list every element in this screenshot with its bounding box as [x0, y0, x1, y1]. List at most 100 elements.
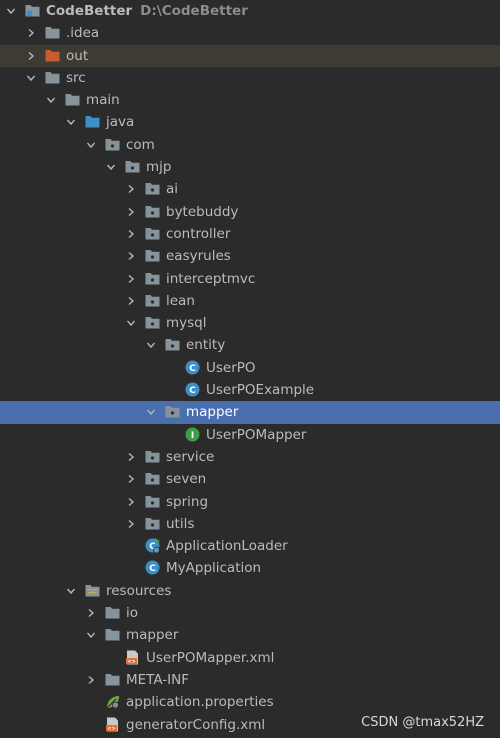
spring-properties-icon: [104, 693, 121, 710]
chevron-down-icon[interactable]: [84, 138, 98, 152]
tree-node-label: UserPOExample: [206, 382, 315, 399]
tree-node-myapplication[interactable]: C MyApplication: [0, 557, 500, 579]
tree-node-codebetter[interactable]: CodeBetter D:\CodeBetter: [0, 0, 500, 22]
chevron-right-icon[interactable]: [124, 272, 138, 286]
chevron-right-icon[interactable]: [124, 294, 138, 308]
tree-node-io[interactable]: io: [0, 602, 500, 624]
tree-node-utils[interactable]: utils: [0, 513, 500, 535]
package-icon: [164, 403, 181, 420]
tree-node-ai[interactable]: ai: [0, 178, 500, 200]
watermark: CSDN @tmax52HZ: [361, 715, 484, 730]
chevron-right-icon[interactable]: [124, 205, 138, 219]
folder-icon: [104, 671, 121, 688]
tree-node-label: UserPOMapper: [206, 426, 307, 443]
chevron-right-icon[interactable]: [24, 49, 38, 63]
tree-node-seven[interactable]: seven: [0, 468, 500, 490]
tree-node-label: resources: [106, 582, 172, 599]
resources-folder-icon: [84, 582, 101, 599]
svg-text:C: C: [189, 364, 196, 374]
tree-node-mapper[interactable]: mapper: [0, 401, 500, 424]
chevron-right-icon[interactable]: [124, 517, 138, 531]
chevron-right-icon[interactable]: [124, 227, 138, 241]
tree-node-label: generatorConfig.xml: [126, 716, 266, 733]
chevron-down-icon[interactable]: [44, 93, 58, 107]
tree-node-service[interactable]: service: [0, 446, 500, 468]
tree-node-bytebuddy[interactable]: bytebuddy: [0, 201, 500, 223]
tree-node-applicationloader[interactable]: C ApplicationLoader: [0, 535, 500, 557]
folder-icon: [104, 626, 121, 643]
tree-node-label: interceptmvc: [166, 270, 256, 287]
tree-node-mapper[interactable]: mapper: [0, 624, 500, 646]
chevron-right-icon[interactable]: [24, 26, 38, 40]
package-icon: [144, 203, 161, 220]
chevron-down-icon[interactable]: [144, 338, 158, 352]
tree-node-meta-inf[interactable]: META-INF: [0, 669, 500, 691]
tree-node-idea[interactable]: .idea: [0, 22, 500, 44]
tree-node-label: CodeBetter D:\CodeBetter: [46, 3, 248, 19]
chevron-right-icon[interactable]: [124, 472, 138, 486]
tree-node-label: application.properties: [126, 694, 274, 711]
chevron-down-icon[interactable]: [104, 160, 118, 174]
runnable-class-icon: C: [144, 537, 161, 554]
tree-node-controller[interactable]: controller: [0, 223, 500, 245]
interface-icon: I: [184, 426, 201, 443]
folder-icon: [44, 69, 61, 86]
project-icon: [24, 2, 41, 19]
chevron-right-icon[interactable]: [124, 249, 138, 263]
svg-text:I: I: [191, 431, 194, 441]
tree-node-out[interactable]: out: [0, 44, 500, 67]
chevron-down-icon[interactable]: [124, 316, 138, 330]
chevron-right-icon[interactable]: [124, 450, 138, 464]
folder-icon: [44, 24, 61, 41]
tree-node-src[interactable]: src: [0, 67, 500, 89]
chevron-down-icon[interactable]: [4, 4, 18, 18]
tree-node-label: seven: [166, 471, 207, 488]
tree-node-easyrules[interactable]: easyrules: [0, 245, 500, 267]
class-icon: C: [184, 381, 201, 398]
tree-node-userpoexample[interactable]: C UserPOExample: [0, 379, 500, 401]
package-icon: [164, 336, 181, 353]
tree-node-application-properties[interactable]: application.properties: [0, 691, 500, 713]
tree-node-lean[interactable]: lean: [0, 290, 500, 312]
tree-node-userpo[interactable]: C UserPO: [0, 357, 500, 379]
package-icon: [144, 180, 161, 197]
chevron-down-icon[interactable]: [24, 71, 38, 85]
chevron-down-icon[interactable]: [64, 584, 78, 598]
chevron-right-icon[interactable]: [124, 182, 138, 196]
tree-node-label: ai: [166, 181, 179, 198]
project-path-hint: D:\CodeBetter: [140, 3, 248, 19]
tree-node-java[interactable]: java: [0, 111, 500, 133]
chevron-right-icon[interactable]: [84, 673, 98, 687]
tree-node-mysql[interactable]: mysql: [0, 312, 500, 334]
tree-node-label: ApplicationLoader: [166, 538, 288, 555]
package-icon: [144, 470, 161, 487]
tree-node-label: io: [126, 605, 139, 622]
tree-node-spring[interactable]: spring: [0, 491, 500, 513]
tree-node-interceptmvc[interactable]: interceptmvc: [0, 268, 500, 290]
tree-node-mjp[interactable]: mjp: [0, 156, 500, 178]
chevron-right-icon[interactable]: [124, 495, 138, 509]
tree-node-label: .idea: [66, 25, 100, 42]
chevron-down-icon[interactable]: [84, 628, 98, 642]
package-icon: [124, 158, 141, 175]
tree-node-resources[interactable]: resources: [0, 580, 500, 602]
package-icon: [144, 247, 161, 264]
package-icon: [144, 515, 161, 532]
tree-node-userpomapper[interactable]: I UserPOMapper: [0, 424, 500, 446]
tree-node-label: main: [86, 92, 120, 109]
chevron-down-icon[interactable]: [64, 115, 78, 129]
chevron-down-icon[interactable]: [144, 405, 158, 419]
tree-node-label: spring: [166, 493, 209, 510]
folder-icon: [104, 604, 121, 621]
tree-node-label: MyApplication: [166, 560, 262, 577]
svg-text:C: C: [189, 386, 196, 396]
tree-node-label: mjp: [146, 159, 172, 176]
tree-node-entity[interactable]: entity: [0, 334, 500, 356]
package-icon: [104, 136, 121, 153]
chevron-right-icon[interactable]: [84, 606, 98, 620]
tree-node-com[interactable]: com: [0, 134, 500, 156]
tree-node-main[interactable]: main: [0, 89, 500, 111]
svg-text:<>: <>: [107, 726, 115, 732]
tree-node-userpomapper-xml[interactable]: <> UserPOMapper.xml: [0, 647, 500, 669]
tree-node-label: src: [66, 69, 86, 86]
